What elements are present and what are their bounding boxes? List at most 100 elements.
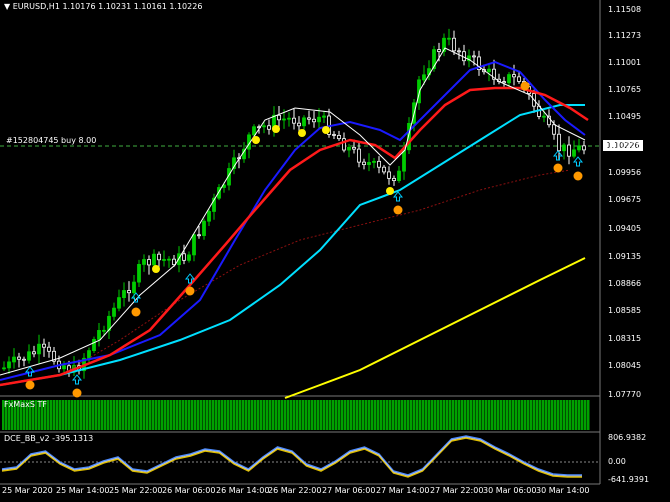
candle-body xyxy=(7,361,11,369)
histogram-bar xyxy=(428,400,431,430)
histogram-bar xyxy=(488,400,491,430)
histogram-bar xyxy=(509,400,512,430)
histogram-bar xyxy=(287,400,290,430)
histogram-bar xyxy=(443,400,446,430)
histogram-bar xyxy=(221,400,224,430)
dropdown-triangle-icon[interactable]: ▼ xyxy=(4,2,10,11)
candle-body xyxy=(47,346,51,352)
histogram-bar xyxy=(140,400,143,430)
cyan-ma-line xyxy=(0,104,585,386)
chart-canvas[interactable] xyxy=(0,0,670,502)
candle-body xyxy=(12,356,16,363)
red-ma-line xyxy=(0,86,589,387)
histogram-bar xyxy=(386,400,389,430)
dce-axis-top: 806.9382 xyxy=(608,433,647,442)
histogram-bar xyxy=(218,400,221,430)
histogram-bar xyxy=(278,400,281,430)
orange-signal-dot xyxy=(520,81,530,91)
histogram-bar xyxy=(353,400,356,430)
time-axis-label: 25 Mar 2020 xyxy=(2,486,53,495)
histogram-bar xyxy=(350,400,353,430)
candle-body xyxy=(137,264,141,283)
histogram-bar xyxy=(437,400,440,430)
histogram-bar xyxy=(260,400,263,430)
histogram-bar xyxy=(281,400,284,430)
histogram-bar xyxy=(368,400,371,430)
dce-axis-zero: 0.00 xyxy=(608,457,626,466)
candle-body xyxy=(312,118,316,123)
white-ma-line xyxy=(0,47,586,376)
histogram-bar xyxy=(248,400,251,430)
dce-label: DCE_BB_v2 -395.1313 xyxy=(4,434,94,443)
histogram-bar xyxy=(476,400,479,430)
time-axis-label: 26 Mar 06:00 xyxy=(162,486,216,495)
candle-body xyxy=(452,37,456,52)
histogram-bar xyxy=(68,400,71,430)
candle-body xyxy=(147,259,151,266)
histogram-bar xyxy=(263,400,266,430)
histogram-bar xyxy=(482,400,485,430)
candle-body xyxy=(172,258,176,266)
orange-signal-dot xyxy=(553,163,563,173)
histogram-bar xyxy=(77,400,80,430)
candle-body xyxy=(112,307,116,317)
histogram-bar xyxy=(125,400,128,430)
histogram-bar xyxy=(485,400,488,430)
price-axis-label: 1.09675 xyxy=(608,195,642,204)
histogram-bar xyxy=(425,400,428,430)
candle-body xyxy=(182,253,186,261)
histogram-bar xyxy=(431,400,434,430)
price-axis-label: 1.10226 xyxy=(608,141,642,150)
histogram-bar xyxy=(59,400,62,430)
histogram-bar xyxy=(440,400,443,430)
candle-body xyxy=(22,358,26,361)
histogram-bar xyxy=(182,400,185,430)
histogram-bar xyxy=(446,400,449,430)
histogram-bar xyxy=(362,400,365,430)
candle-body xyxy=(287,117,291,120)
histogram-bar xyxy=(227,400,230,430)
histogram-bar xyxy=(524,400,527,430)
histogram-bar xyxy=(92,400,95,430)
histogram-bar xyxy=(137,400,140,430)
histogram-bar xyxy=(50,400,53,430)
candle-body xyxy=(387,171,391,179)
candle-body xyxy=(17,356,21,360)
histogram-bar xyxy=(413,400,416,430)
orange-signal-dot xyxy=(393,205,403,215)
histogram-bar xyxy=(155,400,158,430)
candle-body xyxy=(162,259,166,261)
candle-body xyxy=(152,253,156,266)
yellow-signal-dot xyxy=(252,136,260,144)
histogram-bar xyxy=(230,400,233,430)
price-axis-label: 1.11001 xyxy=(608,58,642,67)
candle-body xyxy=(512,74,516,78)
histogram-bar xyxy=(101,400,104,430)
candle-body xyxy=(37,343,41,355)
candle-body xyxy=(362,161,366,166)
histogram-bar xyxy=(110,400,113,430)
histogram-bar xyxy=(395,400,398,430)
order-line-label: #152804745 buy 8.00 xyxy=(6,136,97,145)
price-axis-label: 1.09405 xyxy=(608,224,642,233)
candle-body xyxy=(32,351,36,355)
histogram-bar xyxy=(392,400,395,430)
yellow-signal-dot xyxy=(272,125,280,133)
histogram-bar xyxy=(233,400,236,430)
histogram-bar xyxy=(95,400,98,430)
orange-signal-dot xyxy=(72,388,82,398)
time-axis-label: 27 Mar 06:00 xyxy=(322,486,376,495)
candlestick-series xyxy=(2,28,586,379)
histogram-bar xyxy=(89,400,92,430)
histogram-bar xyxy=(272,400,275,430)
candle-body xyxy=(97,330,101,340)
dce-axis-bottom: -641.9391 xyxy=(608,475,650,484)
histogram-bar xyxy=(179,400,182,430)
histogram-bar xyxy=(314,400,317,430)
histogram-bar xyxy=(575,400,578,430)
histogram-bar xyxy=(107,400,110,430)
histogram-bar xyxy=(215,400,218,430)
histogram-bar xyxy=(269,400,272,430)
histogram-bar xyxy=(389,400,392,430)
yellow-ma-line xyxy=(284,257,586,399)
